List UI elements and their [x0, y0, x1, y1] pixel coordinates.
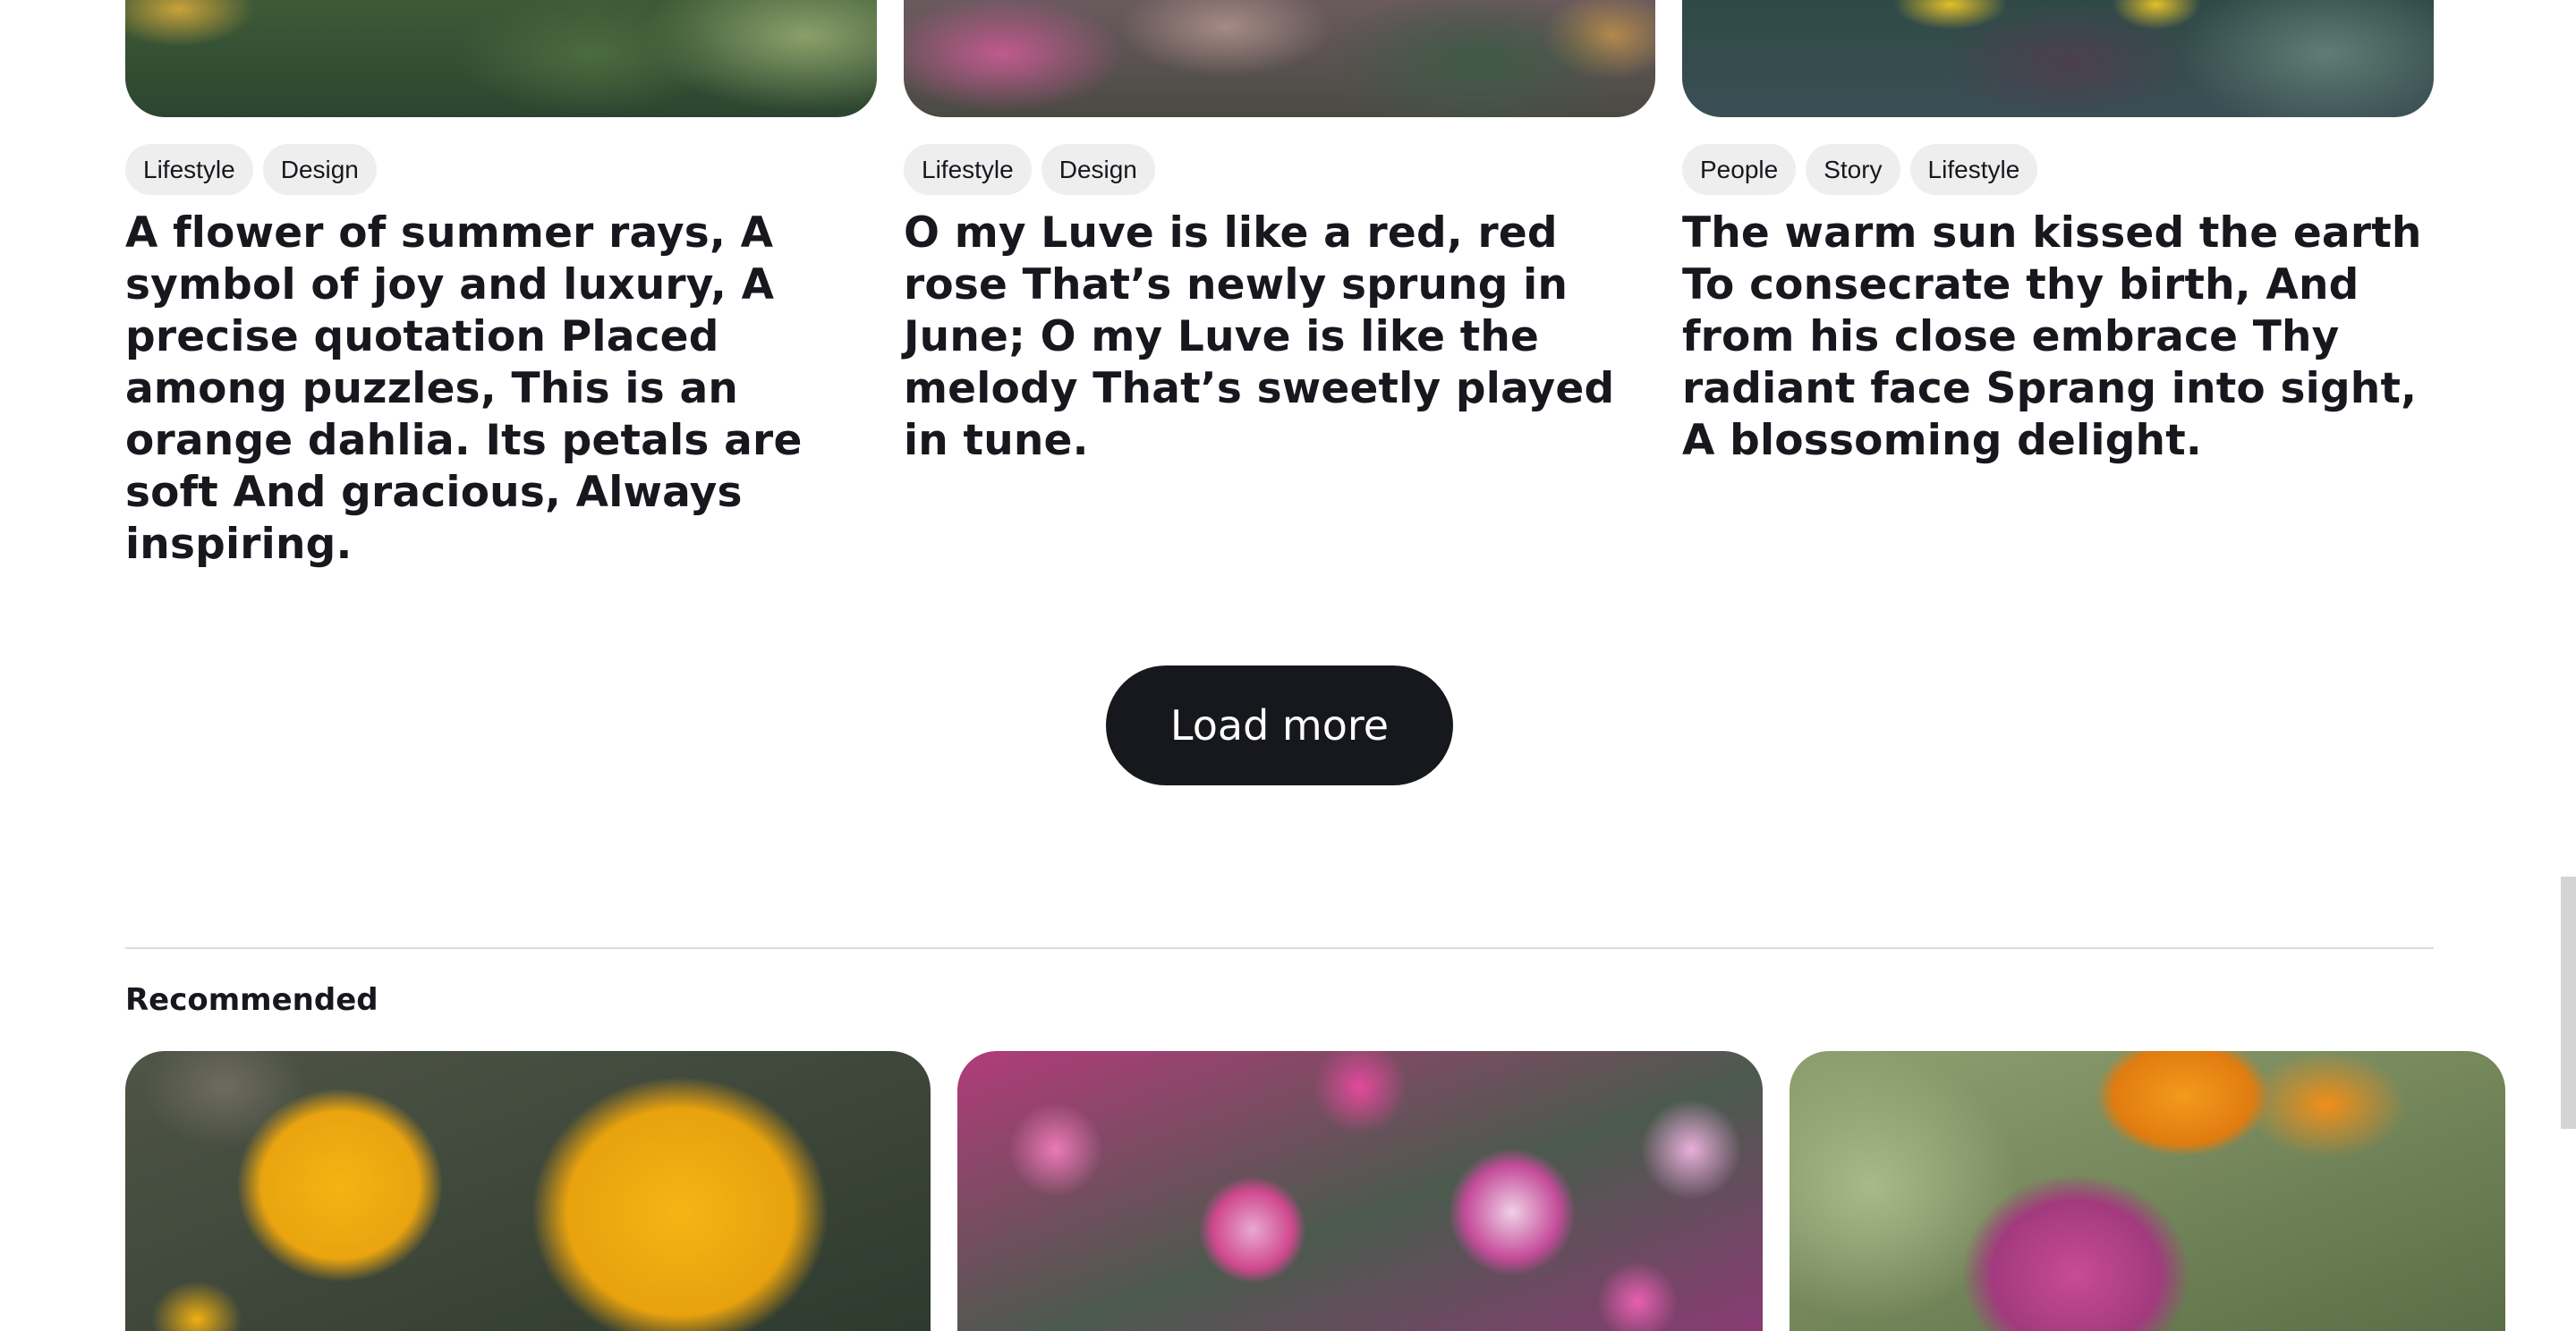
- tag[interactable]: Lifestyle: [904, 144, 1032, 195]
- tag-list: People Story Lifestyle: [1682, 144, 2038, 195]
- load-more-button[interactable]: Load more: [1106, 666, 1453, 785]
- article-image[interactable]: [125, 0, 877, 117]
- article-image[interactable]: [904, 0, 1655, 117]
- article-title[interactable]: O my Luve is like a red, red rose That’s…: [904, 208, 1655, 467]
- tag-list: Lifestyle Design: [125, 144, 377, 195]
- recommended-card[interactable]: [1790, 1051, 2505, 1331]
- tag[interactable]: Lifestyle: [1909, 144, 2038, 195]
- tag[interactable]: Story: [1806, 144, 1900, 195]
- tag[interactable]: People: [1682, 144, 1797, 195]
- article-title[interactable]: The warm sun kissed the earth To consecr…: [1682, 208, 2434, 467]
- recommended-card[interactable]: [125, 1051, 931, 1331]
- section-divider: [125, 947, 2434, 949]
- article-title[interactable]: A flower of summer rays, A symbol of joy…: [125, 208, 877, 571]
- tag[interactable]: Lifestyle: [125, 144, 253, 195]
- recommended-heading: Recommended: [125, 982, 378, 1018]
- recommended-card[interactable]: [957, 1051, 1763, 1331]
- tag[interactable]: Design: [262, 144, 377, 195]
- article-image[interactable]: [1682, 0, 2434, 117]
- scrollbar-thumb[interactable]: [2561, 877, 2576, 1129]
- tag-list: Lifestyle Design: [904, 144, 1155, 195]
- tag[interactable]: Design: [1041, 144, 1155, 195]
